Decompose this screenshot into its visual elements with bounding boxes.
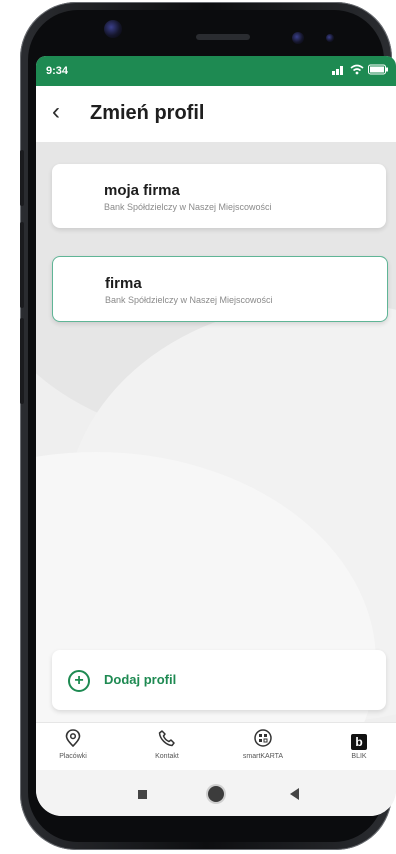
bottom-navigation: Placówki Kontakt smartKARTA b BLIK <box>36 722 396 771</box>
side-button-bixby <box>20 222 24 308</box>
sensor <box>292 32 304 44</box>
chevron-left-icon[interactable]: ‹ <box>52 100 60 124</box>
side-button-power <box>20 318 24 404</box>
nav-item-kontakt[interactable]: Kontakt <box>132 729 202 760</box>
nav-item-smartkarta[interactable]: smartKARTA <box>228 729 298 760</box>
nav-item-placowki[interactable]: Placówki <box>38 729 108 760</box>
wifi-icon <box>350 64 364 75</box>
profile-list-area: moja firma Bank Spółdzielczy w Naszej Mi… <box>36 142 396 722</box>
recent-apps-icon[interactable] <box>138 790 147 799</box>
profile-name: firma <box>105 275 142 292</box>
app-bar: ‹ Zmień profil <box>36 86 396 142</box>
page-title: Zmień profil <box>90 102 205 124</box>
nav-label: Kontakt <box>155 753 179 760</box>
blik-icon: b <box>324 729 394 751</box>
status-icons <box>332 64 388 75</box>
nav-item-blik[interactable]: b BLIK <box>324 729 394 760</box>
sensor-small <box>326 34 334 42</box>
profile-bank: Bank Spółdzielczy w Naszej Miejscowości <box>104 202 272 212</box>
smart-card-icon <box>228 729 298 751</box>
profile-bank: Bank Spółdzielczy w Naszej Miejscowości <box>105 295 273 305</box>
profile-card[interactable]: moja firma Bank Spółdzielczy w Naszej Mi… <box>52 164 386 228</box>
plus-circle-icon: + <box>68 670 90 692</box>
add-profile-button[interactable]: + Dodaj profil <box>52 650 386 710</box>
battery-icon <box>368 64 388 75</box>
add-profile-label: Dodaj profil <box>104 672 177 687</box>
back-triangle-icon[interactable] <box>290 788 299 800</box>
nav-label: BLIK <box>351 753 367 760</box>
profile-card-selected[interactable]: firma Bank Spółdzielczy w Naszej Miejsco… <box>52 256 388 322</box>
profile-name: moja firma <box>104 182 180 199</box>
home-icon[interactable] <box>208 786 224 802</box>
status-time: 9:34 <box>46 65 69 77</box>
system-navigation-bar <box>36 770 396 816</box>
location-pin-icon <box>38 729 108 751</box>
nav-label: Placówki <box>59 753 87 760</box>
earpiece-speaker <box>196 34 250 40</box>
status-bar: 9:34 <box>36 56 396 86</box>
signal-icon <box>332 66 343 75</box>
side-button-volume <box>20 150 24 206</box>
front-camera <box>104 20 122 38</box>
app-screen: 9:34 ‹ Zmień profil moja firma Bank Spół… <box>36 56 396 816</box>
phone-icon <box>132 729 202 751</box>
nav-label: smartKARTA <box>242 753 284 760</box>
